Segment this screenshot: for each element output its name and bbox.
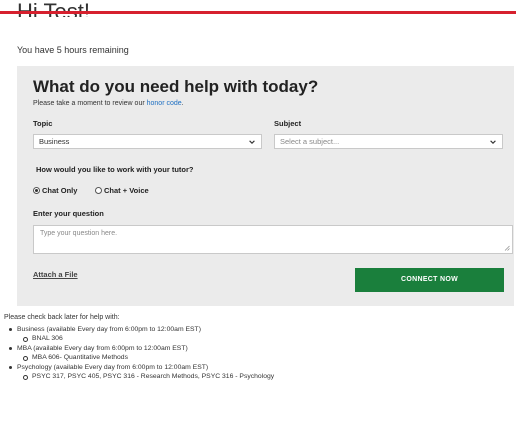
subject-select[interactable]: Select a subject... bbox=[274, 134, 503, 149]
honor-code-notice: Please take a moment to review our honor… bbox=[33, 100, 184, 107]
connect-now-button[interactable]: CONNECT NOW bbox=[355, 268, 504, 292]
list-item: PSYC 317, PSYC 405, PSYC 316 - Research … bbox=[4, 372, 274, 381]
availability-list: Business (available Every day from 6:00p… bbox=[4, 325, 274, 381]
chevron-down-icon bbox=[490, 140, 496, 144]
topic-select-value: Business bbox=[39, 137, 70, 146]
radio-icon[interactable] bbox=[33, 187, 40, 194]
resize-handle-icon[interactable] bbox=[504, 245, 510, 251]
help-request-panel: What do you need help with today? Please… bbox=[17, 66, 514, 306]
hours-remaining: You have 5 hours remaining bbox=[17, 45, 129, 55]
honor-code-link[interactable]: honor code bbox=[147, 100, 182, 107]
option-chat-only-label: Chat Only bbox=[42, 186, 78, 195]
attach-file-link[interactable]: Attach a File bbox=[33, 270, 78, 279]
header-divider bbox=[0, 11, 516, 14]
work-mode-label: How would you like to work with your tut… bbox=[36, 165, 194, 174]
topic-label: Topic bbox=[33, 119, 53, 128]
subject-select-placeholder: Select a subject... bbox=[280, 137, 340, 146]
greeting-heading: Hi Test! bbox=[17, 1, 90, 17]
question-label: Enter your question bbox=[33, 209, 104, 218]
option-chat-voice-label: Chat + Voice bbox=[104, 186, 149, 195]
list-item: Business (available Every day from 6:00p… bbox=[4, 325, 274, 334]
question-placeholder: Type your question here. bbox=[40, 230, 118, 237]
question-textarea[interactable]: Type your question here. bbox=[33, 225, 513, 254]
panel-title: What do you need help with today? bbox=[33, 77, 319, 96]
honor-code-prefix: Please take a moment to review our bbox=[33, 100, 147, 107]
list-item: Psychology (available Every day from 6:0… bbox=[4, 363, 274, 372]
subject-label: Subject bbox=[274, 119, 302, 128]
chevron-down-icon bbox=[249, 140, 255, 144]
list-item: BNAL 306 bbox=[4, 334, 274, 343]
option-chat-only[interactable]: Chat Only bbox=[33, 186, 77, 195]
availability-intro: Please check back later for help with: bbox=[4, 314, 120, 321]
option-chat-voice[interactable]: Chat + Voice bbox=[95, 186, 149, 195]
honor-code-suffix: . bbox=[181, 100, 184, 107]
list-item: MBA 606- Quantitative Methods bbox=[4, 353, 274, 362]
list-item: MBA (available Every day from 6:00pm to … bbox=[4, 344, 274, 353]
topic-select[interactable]: Business bbox=[33, 134, 262, 149]
radio-icon[interactable] bbox=[95, 187, 102, 194]
